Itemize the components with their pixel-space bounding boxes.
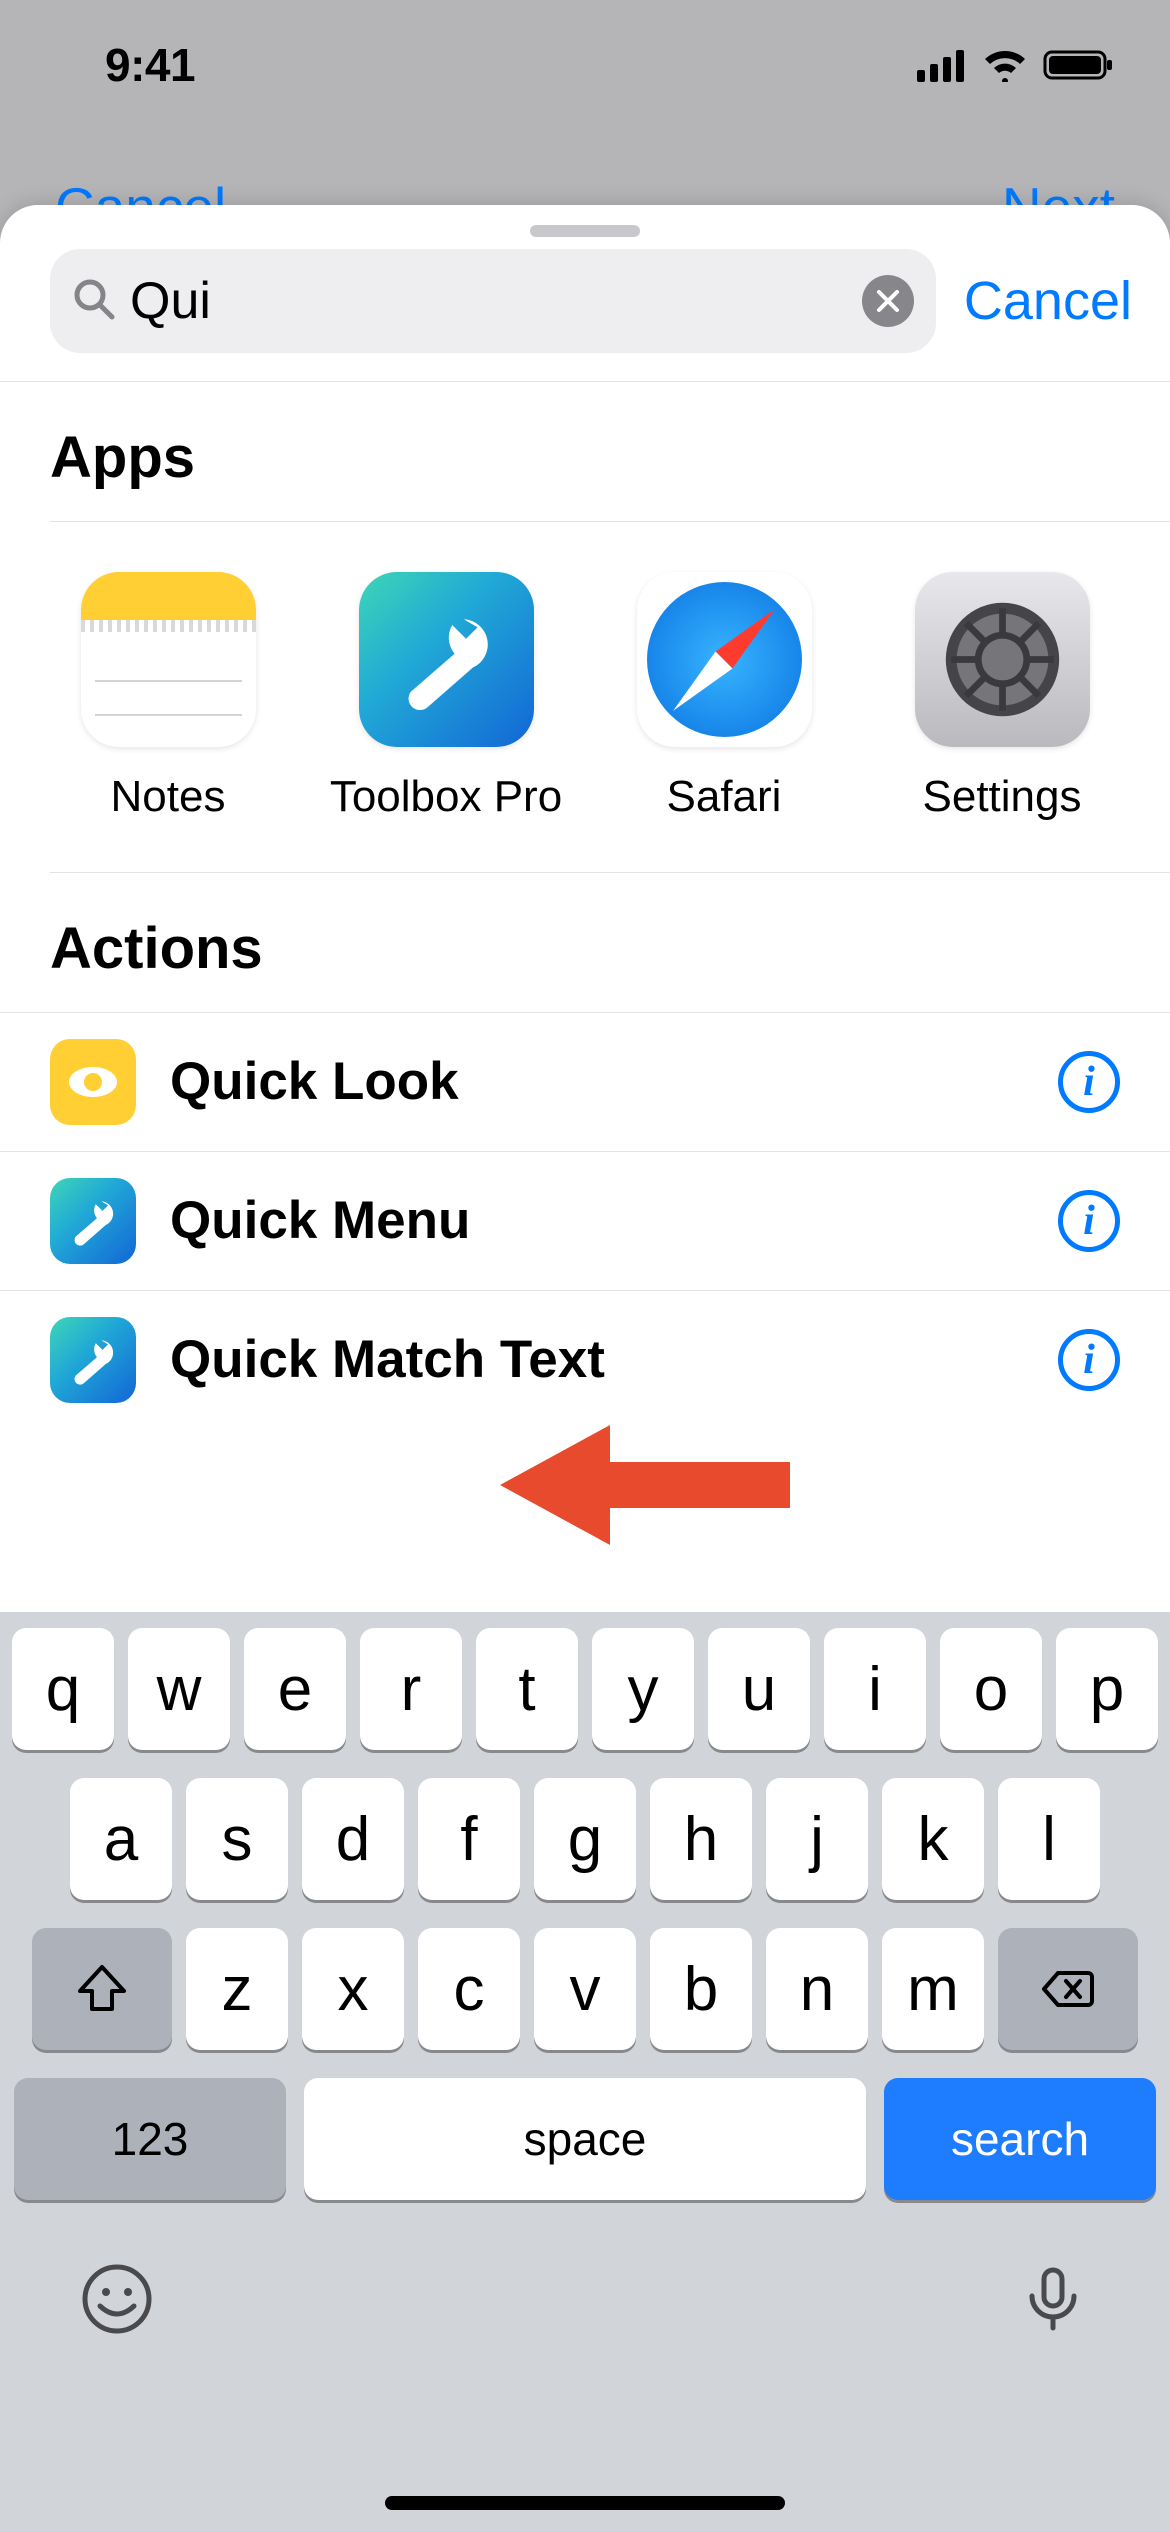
status-bar: 9:41 [0, 0, 1170, 130]
sheet-grabber[interactable] [530, 225, 640, 237]
key-z[interactable]: z [186, 1928, 288, 2050]
cellular-signal-icon [917, 48, 967, 82]
app-settings[interactable]: Settings [884, 572, 1120, 824]
keyboard-row-3: z x c v b n m [0, 1928, 1170, 2050]
action-quick-look[interactable]: Quick Look [0, 1012, 1170, 1151]
key-s[interactable]: s [186, 1778, 288, 1900]
key-k[interactable]: k [882, 1778, 984, 1900]
keyboard: q w e r t y u i o p a s d f g h j k l z [0, 1612, 1170, 2532]
emoji-button[interactable] [80, 2262, 154, 2339]
key-i[interactable]: i [824, 1628, 926, 1750]
key-o[interactable]: o [940, 1628, 1042, 1750]
status-icons [917, 48, 1115, 82]
eye-icon [50, 1039, 136, 1125]
key-d[interactable]: d [302, 1778, 404, 1900]
dictation-button[interactable] [1016, 2262, 1090, 2339]
key-numbers[interactable]: 123 [14, 2078, 286, 2200]
info-button[interactable] [1058, 1051, 1120, 1113]
key-l[interactable]: l [998, 1778, 1100, 1900]
settings-icon [915, 572, 1090, 747]
key-search[interactable]: search [884, 2078, 1156, 2200]
toolbox-pro-icon [50, 1317, 136, 1403]
keyboard-bottom-row [0, 2228, 1170, 2339]
key-q[interactable]: q [12, 1628, 114, 1750]
app-notes[interactable]: Notes [50, 572, 286, 824]
search-sheet: Cancel Apps Notes Toolbox Pro Safari Set… [0, 205, 1170, 2532]
key-x[interactable]: x [302, 1928, 404, 2050]
key-v[interactable]: v [534, 1928, 636, 2050]
key-t[interactable]: t [476, 1628, 578, 1750]
key-p[interactable]: p [1056, 1628, 1158, 1750]
action-quick-menu[interactable]: Quick Menu [0, 1151, 1170, 1290]
key-c[interactable]: c [418, 1928, 520, 2050]
key-j[interactable]: j [766, 1778, 868, 1900]
action-quick-match-text[interactable]: Quick Match Text [0, 1290, 1170, 1429]
key-e[interactable]: e [244, 1628, 346, 1750]
key-g[interactable]: g [534, 1778, 636, 1900]
key-space[interactable]: space [304, 2078, 866, 2200]
safari-icon [637, 572, 812, 747]
keyboard-row-4: 123 space search [0, 2078, 1170, 2200]
app-safari[interactable]: Safari [606, 572, 842, 824]
key-w[interactable]: w [128, 1628, 230, 1750]
notes-icon [81, 572, 256, 747]
cancel-button[interactable]: Cancel [964, 270, 1132, 332]
key-h[interactable]: h [650, 1778, 752, 1900]
status-time: 9:41 [105, 38, 195, 92]
info-button[interactable] [1058, 1190, 1120, 1252]
keyboard-row-2: a s d f g h j k l [0, 1778, 1170, 1900]
apps-section-header: Apps [0, 382, 1170, 521]
key-a[interactable]: a [70, 1778, 172, 1900]
actions-section-header: Actions [0, 873, 1170, 1012]
key-n[interactable]: n [766, 1928, 868, 2050]
action-label: Quick Look [170, 1051, 1024, 1112]
key-u[interactable]: u [708, 1628, 810, 1750]
annotation-arrow [500, 1420, 790, 1550]
app-label: Safari [667, 771, 782, 824]
key-shift[interactable] [32, 1928, 172, 2050]
info-button[interactable] [1058, 1329, 1120, 1391]
search-row: Cancel [0, 249, 1170, 382]
app-label: Notes [111, 771, 226, 824]
key-y[interactable]: y [592, 1628, 694, 1750]
action-label: Quick Match Text [170, 1329, 1024, 1390]
clear-search-button[interactable] [862, 275, 914, 327]
key-f[interactable]: f [418, 1778, 520, 1900]
key-m[interactable]: m [882, 1928, 984, 2050]
search-icon [72, 277, 116, 326]
keyboard-row-1: q w e r t y u i o p [0, 1628, 1170, 1750]
key-b[interactable]: b [650, 1928, 752, 2050]
toolbox-pro-icon [359, 572, 534, 747]
app-toolbox-pro[interactable]: Toolbox Pro [328, 572, 564, 824]
battery-icon [1043, 48, 1115, 82]
toolbox-pro-icon [50, 1178, 136, 1264]
key-backspace[interactable] [998, 1928, 1138, 2050]
home-indicator[interactable] [385, 2496, 785, 2510]
search-field[interactable] [50, 249, 936, 353]
search-input[interactable] [130, 271, 848, 331]
action-label: Quick Menu [170, 1190, 1024, 1251]
key-r[interactable]: r [360, 1628, 462, 1750]
wifi-icon [981, 48, 1029, 82]
app-label: Toolbox Pro [330, 771, 562, 824]
apps-grid: Notes Toolbox Pro Safari Settings [0, 522, 1170, 872]
app-label: Settings [923, 771, 1082, 824]
